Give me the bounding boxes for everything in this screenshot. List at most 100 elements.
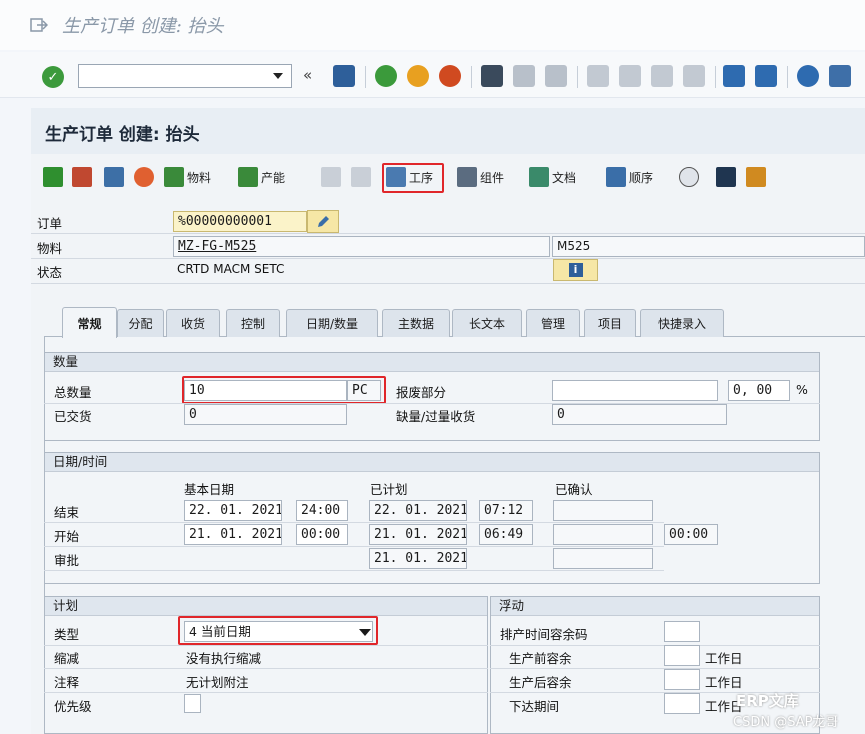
exit-transaction-icon[interactable] xyxy=(407,65,429,87)
flag-button[interactable] xyxy=(43,164,63,190)
documents-button-label: 文档 xyxy=(552,170,577,185)
start-scheduled-date: 21. 01. 2021 xyxy=(369,524,467,545)
sequence-button[interactable]: 顺序 xyxy=(606,164,653,190)
start-basic-time[interactable]: 00:00 xyxy=(296,524,348,545)
tab-dates-quantities[interactable]: 日期/数量 xyxy=(286,309,378,337)
float-before-unit: 工作日 xyxy=(705,651,743,666)
tab-control[interactable]: 控制 xyxy=(226,309,280,337)
order-number-field[interactable]: %00000000001 xyxy=(173,211,307,232)
customize-layout-icon[interactable] xyxy=(829,65,851,87)
tab-goods-receipt[interactable]: 收货 xyxy=(166,309,220,337)
last-page-icon[interactable] xyxy=(683,65,705,87)
info-icon: i xyxy=(568,263,583,277)
short-excess-field: 0 xyxy=(552,404,727,425)
new-session-icon[interactable] xyxy=(723,65,745,87)
shortcut-icon[interactable] xyxy=(755,65,777,87)
cube-icon xyxy=(679,167,699,187)
pencil-icon xyxy=(318,215,329,227)
reduction-value: 没有执行缩减 xyxy=(186,651,262,666)
find-next-icon[interactable] xyxy=(545,65,567,87)
float-before-field[interactable] xyxy=(664,645,700,666)
scrap-percent-field[interactable]: 0, 00 xyxy=(728,380,790,401)
edit-button[interactable] xyxy=(307,210,339,233)
status-info-button[interactable]: i xyxy=(553,259,598,281)
start-basic-date[interactable]: 21. 01. 2021 xyxy=(184,524,282,545)
documents-button[interactable]: 文档 xyxy=(529,164,576,190)
release-period-field[interactable] xyxy=(664,693,700,714)
cancel-icon[interactable] xyxy=(439,65,461,87)
hierarchy-button[interactable] xyxy=(321,164,341,190)
costs-button[interactable] xyxy=(134,164,154,190)
components-button[interactable]: 组件 xyxy=(457,164,504,190)
structure-button[interactable] xyxy=(746,164,766,190)
tab-project[interactable]: 项目 xyxy=(584,309,636,337)
sequence-button-label: 顺序 xyxy=(629,170,654,185)
calculator-button[interactable] xyxy=(104,164,124,190)
start-label: 开始 xyxy=(54,529,80,544)
material-button[interactable]: 物料 xyxy=(164,164,211,190)
material-button-label: 物料 xyxy=(187,170,212,185)
disk-button[interactable] xyxy=(351,164,371,190)
back-icon[interactable] xyxy=(375,65,397,87)
save-icon[interactable] xyxy=(333,65,355,87)
exit-icon[interactable] xyxy=(30,17,48,33)
documents-icon xyxy=(529,167,549,187)
enter-icon[interactable]: ✓ xyxy=(42,66,64,88)
status-label: 状态 xyxy=(37,265,63,280)
tab-long-text[interactable]: 长文本 xyxy=(452,309,522,337)
start-confirmed-time: 00:00 xyxy=(664,524,718,545)
watermark-brand: ERP文库 xyxy=(736,692,799,710)
tab-general[interactable]: 常规 xyxy=(62,307,117,338)
short-excess-label: 缺量/过量收货 xyxy=(396,409,476,424)
release-label: 审批 xyxy=(54,553,80,568)
tab-administration[interactable]: 管理 xyxy=(526,309,580,337)
collapse-icon[interactable]: « xyxy=(303,66,312,84)
window-title: 生产订单 创建: 抬头 xyxy=(62,16,224,37)
note-value: 无计划附注 xyxy=(186,675,249,690)
capacity-button-label: 产能 xyxy=(261,170,286,185)
first-page-icon[interactable] xyxy=(587,65,609,87)
calculator-icon xyxy=(104,167,124,187)
tab-master-data[interactable]: 主数据 xyxy=(382,309,450,337)
margin-key-field[interactable] xyxy=(664,621,700,642)
scheduling-group-title: 计划 xyxy=(45,597,487,616)
command-field[interactable] xyxy=(78,64,292,88)
basic-dates-header: 基本日期 xyxy=(184,482,235,497)
columns-icon xyxy=(716,167,736,187)
float-after-unit: 工作日 xyxy=(705,675,743,690)
priority-field[interactable] xyxy=(184,694,201,713)
confirmed-header: 已确认 xyxy=(555,482,593,497)
highlight-scheduling-type xyxy=(178,616,378,645)
reduction-label: 缩减 xyxy=(54,651,80,666)
find-icon[interactable] xyxy=(513,65,535,87)
task-list-button[interactable] xyxy=(72,164,92,190)
start-scheduled-time: 06:49 xyxy=(479,524,533,545)
flag-icon xyxy=(43,167,63,187)
capacity-button[interactable]: 产能 xyxy=(238,164,285,190)
scrap-field[interactable] xyxy=(552,380,718,401)
check-button[interactable] xyxy=(679,164,699,190)
tab-fast-entry[interactable]: 快捷录入 xyxy=(640,309,724,337)
float-group-title: 浮动 xyxy=(491,597,819,616)
float-after-field[interactable] xyxy=(664,669,700,690)
priority-label: 优先级 xyxy=(54,699,92,714)
material-label: 物料 xyxy=(37,241,63,256)
structure-icon xyxy=(746,167,766,187)
capacity-icon xyxy=(238,167,258,187)
float-before-label: 生产前容余 xyxy=(509,651,572,666)
note-label: 注释 xyxy=(54,675,80,690)
previous-page-icon[interactable] xyxy=(619,65,641,87)
finish-basic-time[interactable]: 24:00 xyxy=(296,500,348,521)
print-icon[interactable] xyxy=(481,65,503,87)
tab-assignment[interactable]: 分配 xyxy=(117,309,164,337)
next-page-icon[interactable] xyxy=(651,65,673,87)
layout-button[interactable] xyxy=(716,164,736,190)
total-quantity-label: 总数量 xyxy=(54,385,92,400)
watermark-credit: CSDN @SAP龙哥 xyxy=(733,715,839,730)
chevron-down-icon[interactable] xyxy=(273,73,283,79)
help-icon[interactable] xyxy=(797,65,819,87)
finish-scheduled-date: 22. 01. 2021 xyxy=(369,500,467,521)
release-scheduled-date: 21. 01. 2021 xyxy=(369,548,467,569)
finish-basic-date[interactable]: 22. 01. 2021 xyxy=(184,500,282,521)
application-toolbar: 物料 产能 工序 组件 文档 顺序 xyxy=(31,156,865,198)
